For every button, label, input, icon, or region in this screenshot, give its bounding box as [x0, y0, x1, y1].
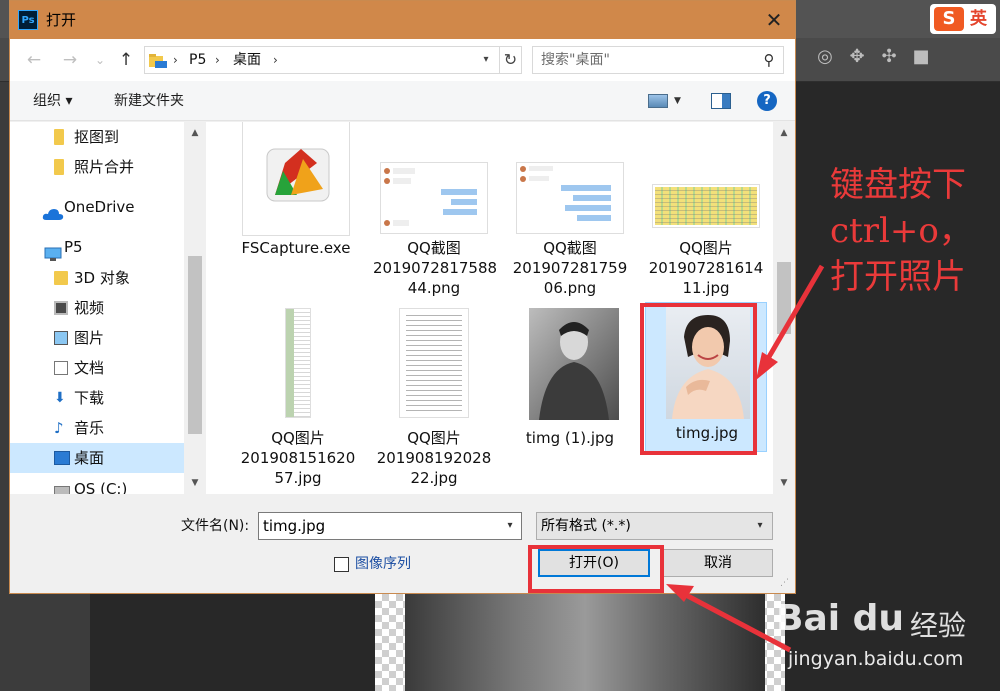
baidu-jingyan-watermark: Bai du 经验 jingyan.baidu.com: [770, 588, 1000, 691]
watermark-url: jingyan.baidu.com: [788, 648, 964, 670]
annotation-text: 键盘按下 ctrl+o， 打开照片: [830, 165, 973, 297]
watermark-brand: 经验: [910, 609, 967, 642]
watermark-logo: Bai du: [776, 598, 905, 639]
